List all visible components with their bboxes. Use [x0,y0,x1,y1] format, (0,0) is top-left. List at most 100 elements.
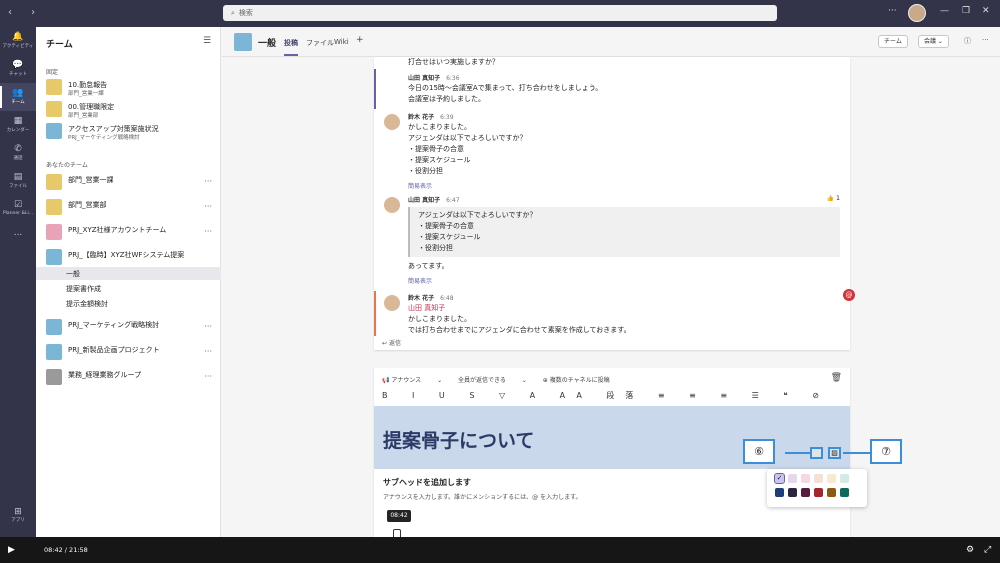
team-item[interactable]: 00.管理職限定 部門_営業部 [46,99,218,121]
rail-calls[interactable]: ✆ 通話 [0,139,36,167]
color-swatch[interactable] [801,474,810,483]
callout-label: ⑦ [870,439,902,464]
show-less-link[interactable]: 簡易表示 [408,276,432,285]
phone-icon: ✆ [14,144,22,154]
chat-icon: 💬 [12,60,24,70]
rail-calendar[interactable]: ▦ カレンダー [0,111,36,139]
app-rail: 🔔 アクティビティ 💬 チャット 👥 チーム ▦ カレンダー ✆ 通話 ▤ ファイル ☑ Pl… [0,27,36,537]
add-tab-icon[interactable]: + [356,35,364,45]
reply-link[interactable]: ↩ 返信 [382,338,401,347]
color-button[interactable] [810,447,823,459]
team-item[interactable]: PRJ_XYZ社様アカウントチーム ··· [46,222,218,244]
people-icon: 👥 [12,88,24,98]
color-swatch[interactable] [814,474,823,483]
multi-channel-button[interactable]: ⊕ 複数のチャネルに投稿 [543,377,624,384]
format-toolbar[interactable]: B I U S ▽ A AA 段落 ≡ ≡ ≡ ☰ ❝ ⊘ </> ▦ ! … [382,390,842,402]
team-icon [46,344,62,360]
team-item[interactable]: PRJ_マーケティング戦略検討 ··· [46,317,218,339]
subheading-field[interactable]: サブヘッドを追加します [383,477,471,488]
reply-setting-select[interactable]: 全員が返信できる ⌄ [458,377,527,384]
avatar[interactable] [908,4,926,22]
close-icon[interactable]: ✕ [982,6,990,16]
rail-chat[interactable]: 💬 チャット [0,55,36,83]
rail-files[interactable]: ▤ ファイル [0,167,36,195]
tab-files[interactable]: ファイル [306,38,334,48]
color-swatch[interactable] [801,488,810,497]
team-icon [46,123,62,139]
color-swatch[interactable] [827,488,836,497]
color-swatch[interactable] [788,474,797,483]
channel-item[interactable]: 提示金額検討 [66,299,108,309]
file-icon: ▤ [13,172,23,182]
compose-box: 📢 アナウンス ⌄ 全員が返信できる ⌄ ⊕ 複数のチャネルに投稿 🗑 B I … [374,368,850,537]
gear-icon[interactable]: ⚙ [966,545,974,555]
announcement-select[interactable]: 📢 アナウンス ⌄ [382,377,442,384]
rail-more[interactable]: ... [0,223,36,251]
announcement-heading[interactable]: 提案骨子について [383,426,534,453]
rail-planner[interactable]: ☑ Planner &Li... [0,195,36,223]
channel-item[interactable]: 提案書作成 [66,284,101,294]
color-swatch[interactable] [814,488,823,497]
team-icon [46,199,62,215]
team-item[interactable]: PRJ_新製品企画プロジェクト ··· [46,342,218,364]
team-item[interactable]: 10.勤怠報告 部門_営業一課 [46,77,218,99]
more-icon[interactable]: ··· [888,6,897,16]
minimize-icon[interactable]: — [940,6,949,16]
rail-teams[interactable]: 👥 チーム [0,83,36,111]
team-icon [46,79,62,95]
color-swatch[interactable]: ✓ [774,473,785,484]
fullscreen-icon[interactable]: ⤢ [984,545,991,555]
video-time: 08:42 / 21:58 [44,546,88,554]
team-item[interactable]: アクセスアップ対策案施状況 PRJ_マーケティング戦略検討 [46,121,218,143]
nav-arrows-icon[interactable]: ‹ › [8,7,43,18]
mention-icon[interactable]: @ [843,289,855,301]
team-button[interactable]: チーム [878,35,908,48]
more-icon: ··· [204,177,212,186]
play-icon[interactable]: ▶ [8,545,15,555]
avatar [384,114,400,130]
team-item[interactable]: 部門_営業部 ··· [46,197,218,219]
show-less-link[interactable]: 簡易表示 [408,181,432,190]
color-swatch[interactable] [827,474,836,483]
more-icon: ··· [204,347,212,356]
sidebar-title: チーム [46,40,73,50]
color-swatch[interactable] [840,488,849,497]
callout-line [843,452,870,454]
info-icon[interactable]: ⓘ [964,36,971,46]
trash-icon[interactable]: 🗑 [831,373,842,383]
team-icon [46,319,62,335]
tab-posts[interactable]: 投稿 [284,38,298,56]
team-item[interactable]: PRJ_【臨時】XYZ社WFシステム提案 [46,247,218,269]
team-icon [46,224,62,240]
team-icon [46,249,62,265]
color-swatch[interactable] [840,474,849,483]
avatar [384,197,400,213]
color-swatch[interactable] [788,488,797,497]
search-input[interactable]: ⌕ 検索 [223,5,777,21]
pinned-label: 固定 [46,69,59,76]
filter-icon[interactable]: ☰ [203,36,211,46]
thread-bar [374,69,376,109]
avatar [384,295,400,311]
more-icon[interactable]: ··· [982,36,989,44]
message-thread: 打合せはいつ実施しますか？ 山田 真知子 6:36 今日の15時～会議室Aで集まっ… [374,57,850,350]
channel-item[interactable]: 一般 [66,269,80,279]
more-icon: ··· [204,322,212,331]
team-item[interactable]: 業務_経理業務グループ ··· [46,367,218,389]
maximize-icon[interactable]: ❐ [962,6,970,16]
meet-button[interactable]: 会議 ⌄ [918,35,949,48]
team-icon [46,369,62,385]
team-item[interactable]: 部門_営業一課 ··· [46,172,218,194]
callout-line [785,452,810,454]
image-button[interactable]: ▨ [828,447,841,459]
like-reaction[interactable]: 👍 1 [827,195,840,202]
apps-icon: ⊞ [14,507,22,517]
rail-activity[interactable]: 🔔 アクティビティ [0,27,36,55]
tab-wiki[interactable]: Wiki [334,38,349,46]
color-swatch[interactable] [775,488,784,497]
rail-apps[interactable]: ⊞ アプリ [0,507,36,523]
message-body-field[interactable]: アナウンスを入力します。誰かにメンションするには、@ を入力します。 [383,492,581,501]
quoted-message: アジェンダは以下でよろしいですか？ ・提案骨子の合意 ・提案スケジュール ・役割分担 [408,207,840,257]
title-bar: ‹ › ⌕ 検索 ··· — ❐ ✕ [0,0,1000,27]
channel-title: 一般 [258,39,277,49]
